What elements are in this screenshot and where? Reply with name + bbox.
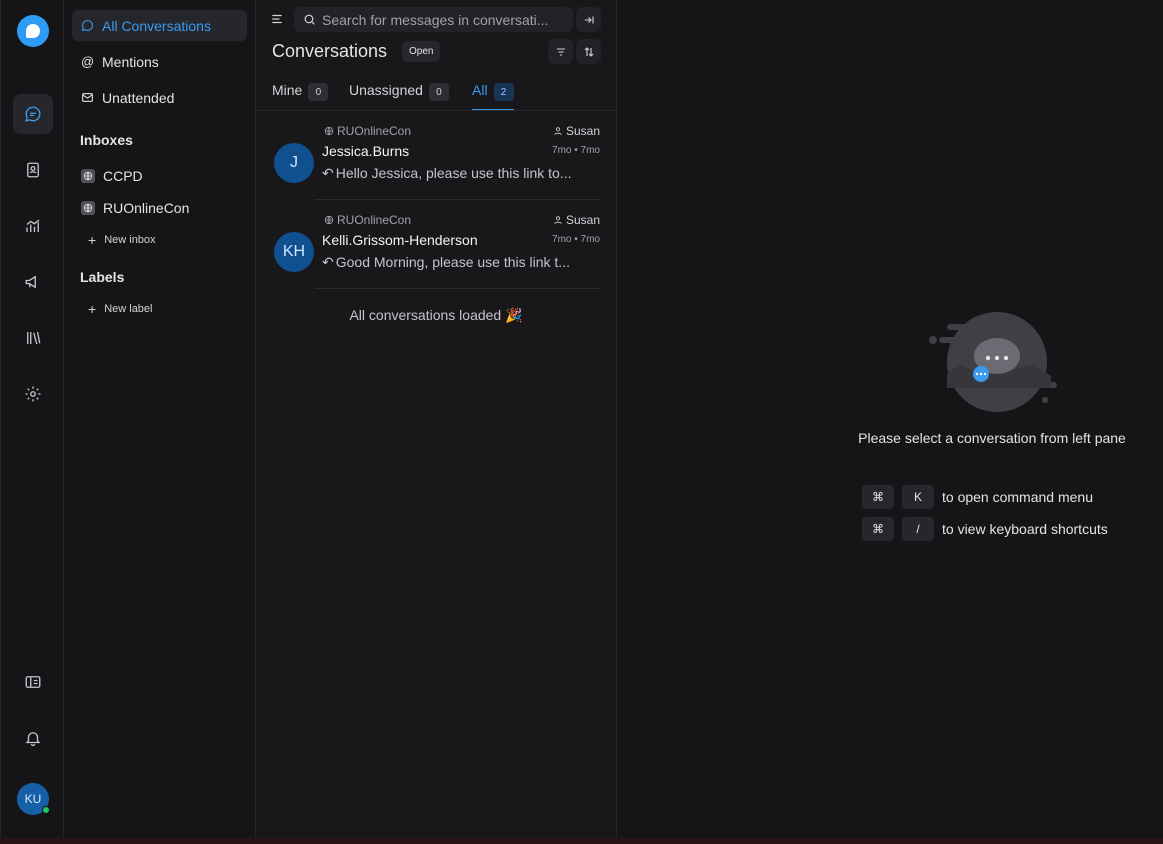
sidebar-item-inbox-ccpd[interactable]: CCPD [72, 160, 247, 191]
conversation-time: 7mo • 7mo [552, 234, 600, 245]
empty-state-message: Please select a conversation from left p… [858, 430, 1126, 446]
assigned-agent: Susan [553, 213, 600, 227]
divider [314, 288, 600, 289]
sidebar-item-unattended[interactable]: Unattended [72, 82, 247, 113]
message-preview: ↶ Hello Jessica, please use this link to… [322, 165, 592, 182]
chat-bubble-icon [81, 20, 93, 32]
assigned-agent: Susan [553, 124, 600, 138]
shortcut-command-menu: ⌘ K to open command menu [862, 485, 1093, 509]
tab-mine[interactable]: Mine 0 [272, 82, 329, 111]
inbox-name: RUOnlineCon [337, 213, 412, 227]
sidebar-item-inbox-ruonlinecon[interactable]: RUOnlineCon [72, 192, 247, 223]
plus-icon: + [88, 301, 97, 317]
shortcut-description: to view keyboard shortcuts [942, 521, 1108, 537]
tab-all[interactable]: All 2 [472, 82, 514, 111]
new-inbox-button[interactable]: + New inbox [88, 232, 156, 248]
toggle-sidebar-icon[interactable] [270, 12, 284, 26]
settings-gear-icon[interactable] [13, 374, 53, 414]
user-initials: KU [24, 792, 42, 806]
contact-avatar: J [274, 143, 314, 183]
person-icon [554, 216, 562, 224]
conversations-nav-icon[interactable] [13, 94, 53, 134]
collapse-panel-icon[interactable] [576, 7, 601, 32]
sidebar-item-all-conversations[interactable]: All Conversations [72, 10, 247, 41]
sort-icon[interactable] [576, 39, 601, 64]
conversation-empty-pane: Please select a conversation from left p… [617, 0, 1163, 840]
plus-icon: + [88, 232, 97, 248]
tab-label: Mine [272, 82, 303, 98]
app-logo[interactable] [17, 15, 49, 47]
switch-layout-icon[interactable] [13, 662, 53, 702]
conversation-list-panel: Search for messages in conversati... Con… [256, 0, 617, 840]
sidebar-item-label: All Conversations [102, 17, 211, 34]
message-text: Good Morning, please use this link t... [335, 254, 570, 270]
key-cmd: ⌘ [862, 517, 894, 541]
secondary-sidebar: All Conversations @ Mentions Unattended … [64, 0, 256, 840]
reports-nav-icon[interactable] [13, 206, 53, 246]
primary-nav-rail: KU [0, 0, 64, 840]
key-slash: / [902, 517, 934, 541]
all-loaded-notice: All conversations loaded 🎉 [349, 307, 523, 323]
user-avatar[interactable]: KU [17, 783, 50, 815]
key-cmd: ⌘ [862, 485, 894, 509]
reply-arrow-icon: ↶ [322, 254, 334, 270]
inboxes-heading: Inboxes [80, 132, 133, 148]
message-preview: ↶ Good Morning, please use this link t..… [322, 254, 592, 271]
shortcut-description: to open command menu [942, 489, 1093, 505]
message-text: Hello Jessica, please use this link to..… [335, 165, 572, 181]
key-k: K [902, 485, 934, 509]
contacts-nav-icon[interactable] [13, 150, 53, 190]
campaigns-nav-icon[interactable] [13, 262, 53, 302]
agent-name: Susan [565, 124, 600, 138]
tab-unassigned[interactable]: Unassigned 0 [349, 82, 449, 111]
globe-inbox-icon [81, 168, 95, 183]
page-title: Conversations [272, 41, 388, 61]
tab-count-badge: 0 [308, 83, 329, 101]
mail-icon [82, 93, 93, 102]
new-inbox-label: New inbox [104, 234, 156, 246]
contact-name: Jessica.Burns [322, 143, 410, 159]
contact-avatar: KH [274, 232, 314, 272]
status-filter-badge[interactable]: Open [402, 41, 441, 62]
reply-arrow-icon: ↶ [322, 165, 334, 181]
globe-icon [324, 126, 334, 136]
sidebar-item-label: RUOnlineCon [103, 199, 190, 216]
sidebar-item-mentions[interactable]: @ Mentions [72, 46, 247, 77]
tab-count-badge: 2 [493, 83, 514, 101]
inbox-name: RUOnlineCon [337, 124, 412, 138]
sidebar-item-label: Unattended [102, 89, 175, 106]
tab-count-badge: 0 [428, 83, 449, 101]
empty-chat-illustration [929, 312, 1057, 412]
conversation-item[interactable]: J RUOnlineCon Susan Jessica.Burns 7mo • … [256, 111, 616, 200]
at-sign-icon: @ [81, 54, 95, 69]
new-label-button[interactable]: + New label [88, 301, 153, 317]
conversation-inbox: RUOnlineCon [324, 213, 411, 227]
online-status-dot [42, 806, 50, 814]
search-placeholder: Search for messages in conversati... [322, 11, 549, 28]
search-icon [304, 14, 315, 25]
library-nav-icon[interactable] [13, 318, 53, 358]
conversation-inbox: RUOnlineCon [324, 124, 411, 138]
conversation-time: 7mo • 7mo [552, 145, 600, 156]
new-label-label: New label [104, 303, 153, 315]
filter-icon[interactable] [548, 39, 573, 64]
notifications-bell-icon[interactable] [13, 718, 53, 758]
tab-label: Unassigned [349, 82, 423, 98]
labels-heading: Labels [80, 269, 125, 285]
shortcut-keyboard-shortcuts: ⌘ / to view keyboard shortcuts [862, 517, 1108, 541]
person-icon [554, 127, 562, 135]
sidebar-item-label: Mentions [102, 53, 159, 70]
globe-icon [324, 215, 334, 225]
contact-name: Kelli.Grissom-Henderson [322, 232, 478, 248]
conversation-item[interactable]: KH RUOnlineCon Susan Kelli.Grissom-Hende… [256, 200, 616, 289]
sidebar-item-label: CCPD [103, 167, 143, 184]
window-bottom-edge [0, 838, 1163, 844]
globe-inbox-icon [81, 200, 95, 215]
tab-label: All [472, 82, 488, 98]
agent-name: Susan [565, 213, 600, 227]
search-input[interactable]: Search for messages in conversati... [294, 7, 573, 32]
